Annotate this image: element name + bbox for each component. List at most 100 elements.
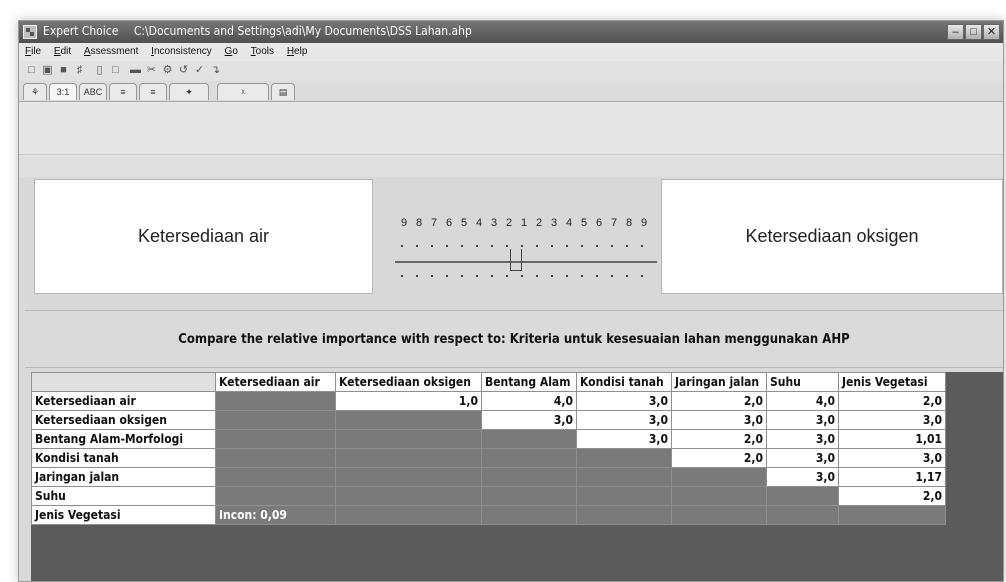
matrix-cell[interactable]: 1,01 [838, 429, 946, 449]
scale-tick [626, 275, 628, 277]
matrix-cell[interactable]: 2,0 [838, 391, 946, 411]
scale-number[interactable]: 4 [472, 217, 486, 229]
comparison-instruction: Compare the relative importance with res… [25, 310, 1003, 368]
menu-help[interactable]: Help [287, 43, 308, 61]
matrix-cell[interactable]: 2,0 [671, 448, 767, 468]
matrix-cell[interactable]: 2,0 [671, 429, 767, 449]
matrix-cell[interactable]: 3,0 [766, 429, 839, 449]
window-title: Expert Choice C:\Documents and Settings\… [43, 24, 472, 38]
menu-file[interactable]: File [25, 43, 41, 61]
scale-tick [506, 275, 508, 277]
scale-number[interactable]: 9 [397, 217, 411, 229]
gear-icon[interactable]: ⚙ [161, 64, 174, 77]
scale-number[interactable]: 6 [592, 217, 606, 229]
main-window: Expert Choice C:\Documents and Settings\… [18, 20, 1004, 582]
column-header[interactable]: Ketersediaan oksigen [335, 372, 482, 392]
column-header[interactable]: Bentang Alam [481, 372, 577, 392]
tab-tree[interactable]: ⚘ [23, 83, 47, 100]
row-header[interactable]: Jenis Vegetasi [31, 505, 216, 525]
left-element-panel[interactable]: Ketersediaan air [34, 179, 373, 294]
scale-number[interactable]: 4 [562, 217, 576, 229]
close-icon[interactable]: ✕ [983, 24, 1000, 40]
row-header[interactable]: Suhu [31, 486, 216, 506]
scale-number[interactable]: 1 [517, 217, 531, 229]
scale-number[interactable]: 8 [412, 217, 426, 229]
matrix-cell-disabled [671, 505, 767, 525]
tab-formula[interactable]: ᵡ [217, 83, 269, 100]
row-header[interactable]: Ketersediaan oksigen [31, 410, 216, 430]
column-header[interactable]: Jaringan jalan [671, 372, 767, 392]
scale-tick [416, 245, 418, 247]
comparison-matrix-area: Ketersediaan air Ketersediaan oksigen Be… [31, 372, 1003, 581]
row-header[interactable]: Bentang Alam-Morfologi [31, 429, 216, 449]
arrow-icon[interactable]: ↴ [209, 64, 222, 77]
scale-number[interactable]: 9 [637, 217, 651, 229]
column-header[interactable]: Kondisi tanah [576, 372, 672, 392]
left-element-label: Ketersediaan air [137, 226, 270, 246]
column-header[interactable]: Suhu [766, 372, 839, 392]
scale-number[interactable]: 2 [502, 217, 516, 229]
delete-icon[interactable]: ▬ [129, 64, 142, 77]
scissors-icon[interactable]: ✂ [145, 64, 158, 77]
matrix-cell[interactable]: 3,0 [671, 410, 767, 430]
matrix-cell-disabled [335, 448, 482, 468]
matrix-cell[interactable]: 3,0 [481, 410, 577, 430]
tab-graphical[interactable]: ≡ [109, 83, 137, 100]
menu-inconsistency[interactable]: Inconsistency [151, 43, 212, 61]
row-header[interactable]: Jaringan jalan [31, 467, 216, 487]
row-header[interactable]: Ketersediaan air [31, 391, 216, 411]
tab-numerical[interactable]: 3:1 [49, 83, 77, 100]
matrix-cell[interactable]: 2,0 [671, 391, 767, 411]
minimize-icon[interactable]: – [947, 24, 964, 40]
tab-data[interactable]: ▤ [271, 83, 295, 100]
print-icon[interactable]: ▯ [93, 64, 106, 77]
matrix-cell[interactable]: 3,0 [576, 391, 672, 411]
matrix-cell[interactable]: 3,0 [838, 448, 946, 468]
matrix-cell[interactable]: 3,0 [766, 448, 839, 468]
matrix-cell-disabled [215, 467, 336, 487]
undo-icon[interactable]: ↺ [177, 64, 190, 77]
maximize-icon[interactable]: □ [965, 24, 982, 40]
scale-number[interactable]: 5 [577, 217, 591, 229]
open-icon[interactable]: ▣ [41, 64, 54, 77]
matrix-cell[interactable]: 4,0 [766, 391, 839, 411]
scale-number[interactable]: 5 [457, 217, 471, 229]
menu-edit[interactable]: Edit [54, 43, 71, 61]
menu-go[interactable]: Go [225, 43, 238, 61]
new-icon[interactable]: □ [25, 64, 38, 77]
matrix-cell[interactable]: 2,0 [838, 486, 946, 506]
matrix-cell[interactable]: 3,0 [838, 410, 946, 430]
menu-assessment[interactable]: Assessment [84, 43, 138, 61]
scale-number[interactable]: 2 [532, 217, 546, 229]
right-element-panel[interactable]: Ketersediaan oksigen [661, 179, 1003, 294]
scale-number[interactable]: 7 [427, 217, 441, 229]
tab-questionnaire[interactable]: ≡ [139, 83, 167, 100]
column-header[interactable]: Ketersediaan air [215, 372, 336, 392]
scale-number[interactable]: 6 [442, 217, 456, 229]
slider-thumb[interactable] [510, 249, 522, 271]
row-header[interactable]: Kondisi tanah [31, 448, 216, 468]
pin-icon[interactable]: ♯ [73, 64, 86, 77]
scale-tick [611, 245, 613, 247]
scale-number[interactable]: 8 [622, 217, 636, 229]
preview-icon[interactable]: □ [109, 64, 122, 77]
column-header[interactable]: Jenis Vegetasi [838, 372, 946, 392]
scale-number[interactable]: 3 [547, 217, 561, 229]
check-icon[interactable]: ✓ [193, 64, 206, 77]
matrix-cell[interactable]: 1,0 [335, 391, 482, 411]
slider-track[interactable] [395, 261, 657, 263]
tab-ratings[interactable]: ✦ [169, 83, 209, 100]
app-icon[interactable] [23, 25, 37, 39]
matrix-cell[interactable]: 4,0 [481, 391, 577, 411]
tab-verbal[interactable]: ABC [79, 83, 107, 100]
scale-number[interactable]: 7 [607, 217, 621, 229]
scale-number[interactable]: 3 [487, 217, 501, 229]
matrix-cell[interactable]: 3,0 [576, 410, 672, 430]
matrix-cell[interactable]: 3,0 [766, 410, 839, 430]
matrix-cell[interactable]: 1,17 [838, 467, 946, 487]
matrix-cell-disabled [215, 410, 336, 430]
matrix-cell[interactable]: 3,0 [576, 429, 672, 449]
save-icon[interactable]: ■ [57, 64, 70, 77]
menu-tools[interactable]: Tools [251, 43, 274, 61]
matrix-cell[interactable]: 3,0 [766, 467, 839, 487]
